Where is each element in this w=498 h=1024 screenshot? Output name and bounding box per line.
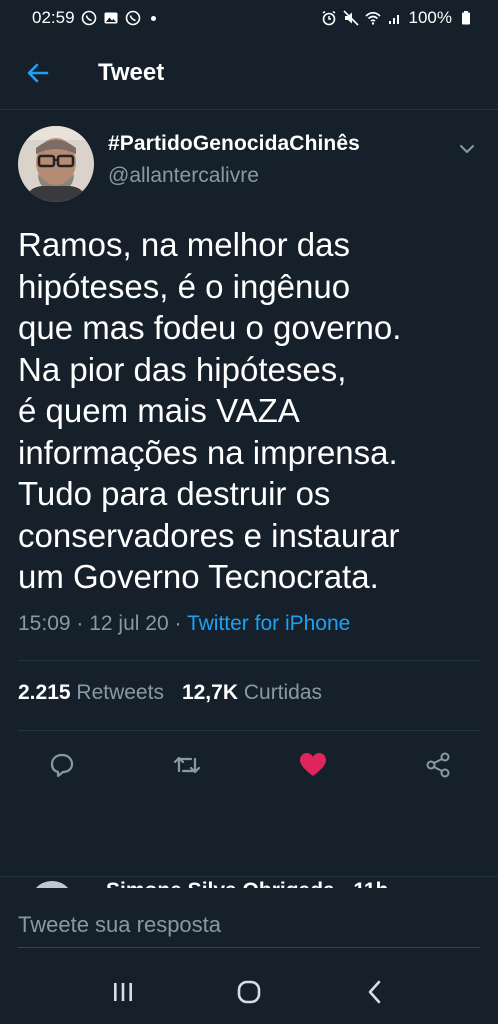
tweet-detail: #PartidoGenocidaChinês @allantercalivre … [0,110,498,800]
battery-icon [462,11,470,25]
system-nav-bar [0,960,498,1024]
home-button[interactable] [229,972,269,1012]
retweets-stat[interactable]: 2.215 Retweets [18,681,164,705]
retweets-label: Retweets [76,680,164,704]
gallery-icon [104,12,118,24]
page-title: Tweet [98,58,165,86]
reply-icon [50,753,74,778]
meta-separator: · [174,611,187,635]
like-button[interactable] [297,749,329,781]
mute-icon [342,10,359,26]
whatsapp-icon [81,10,96,26]
likes-stat[interactable]: 12,7K Curtidas [182,681,322,705]
system-back-button[interactable] [355,972,395,1012]
app-header: Tweet [0,36,498,110]
reply-author: Simone Silva Obrigada · 11h [106,879,388,888]
tweet-client-link[interactable]: Twitter for iPhone [187,612,350,635]
status-time: 02:59 [32,8,75,27]
avatar[interactable] [18,126,94,202]
status-right: 100% [321,8,474,28]
author-names: #PartidoGenocidaChinês @allantercalivre [108,132,360,188]
tweet-time: 15:09 [18,611,71,635]
display-name[interactable]: #PartidoGenocidaChinês [108,132,360,156]
battery-level: 100% [408,8,452,27]
reply-bar [0,888,498,960]
retweet-button[interactable] [171,749,203,781]
recents-icon [114,983,132,1001]
avatar-image [18,126,94,202]
tweet-stats: 2.215 Retweets 12,7K Curtidas [18,659,480,730]
signal-icon [388,15,399,24]
reply-button[interactable] [46,749,78,781]
reply-preview[interactable]: Simone Silva Obrigada · 11h [0,876,498,888]
chevron-down-icon[interactable] [456,138,478,160]
likes-count: 12,7K [181,680,238,704]
alarm-icon [322,10,335,26]
likes-label: Curtidas [243,680,323,704]
whatsapp-icon [125,10,140,26]
back-button[interactable] [18,53,58,93]
status-left: 02:59 [32,8,156,28]
user-handle[interactable]: @allantercalivre [108,164,360,188]
recents-button[interactable] [103,972,143,1012]
back-arrow-icon [27,63,49,82]
tweet-author: #PartidoGenocidaChinês @allantercalivre [18,126,480,202]
notification-dot [150,15,156,21]
share-button[interactable] [422,749,454,781]
reply-input[interactable] [18,902,480,948]
tweet-actions [18,729,480,800]
heart-icon [299,753,326,776]
tweet-text: Ramos, na melhor das hipóteses, é o ingê… [18,226,402,595]
meta-separator: · [76,611,90,635]
retweet-icon [174,756,201,774]
home-icon [237,980,261,1004]
retweets-count: 2.215 [18,680,71,704]
tweet-meta: 15:09 · 12 jul 20 · Twitter for iPhone [18,612,480,636]
tweet-date: 12 jul 20 [89,611,169,635]
back-icon [368,980,381,1004]
status-bar: 02:59 100% [0,0,498,36]
reply-avatar [30,881,74,888]
wifi-icon [364,11,381,25]
share-icon [426,752,450,778]
